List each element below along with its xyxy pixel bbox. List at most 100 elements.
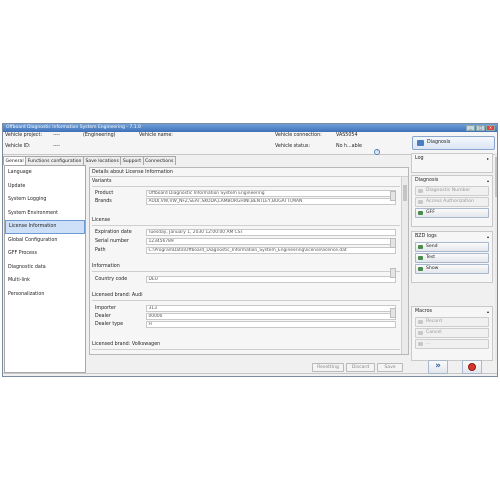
country-code-field: DEU bbox=[146, 276, 396, 283]
test-button[interactable]: Test bbox=[415, 253, 489, 263]
information-scroll-button[interactable] bbox=[390, 268, 396, 278]
chevron-up-icon[interactable]: ▴ bbox=[487, 176, 489, 185]
diagnosis-button-label: Diagnosis bbox=[427, 140, 451, 145]
tab-support[interactable]: Support bbox=[120, 156, 144, 165]
access-authorization-icon bbox=[418, 200, 423, 204]
record-icon bbox=[418, 320, 423, 324]
engineering-label: (Engineering) bbox=[83, 133, 116, 138]
record-button[interactable]: Record bbox=[415, 317, 489, 327]
product-field: Offboard Diagnostic Information System E… bbox=[146, 190, 396, 197]
variants-heading: Variants bbox=[92, 179, 112, 184]
diagnostic-number-label: Diagnostic Number bbox=[426, 188, 471, 193]
audi-scroll-button[interactable] bbox=[390, 308, 396, 318]
details-scrollbar-thumb[interactable] bbox=[403, 185, 407, 201]
chevron-right-icon[interactable]: ▸ bbox=[487, 154, 489, 163]
license-heading: License bbox=[92, 218, 111, 223]
send-button[interactable]: Send bbox=[415, 242, 489, 252]
brands-scroll-button[interactable] bbox=[390, 191, 396, 201]
path-field: C:\ProgramData\Offboard_Diagnostic_Infor… bbox=[146, 247, 396, 254]
right-panel-scrollbar[interactable] bbox=[495, 153, 497, 361]
gff-button[interactable]: GFF bbox=[415, 208, 489, 218]
bottom-navigation: » bbox=[410, 360, 494, 374]
details-title: Details about License Information bbox=[90, 168, 408, 177]
macros-title: Macros bbox=[415, 309, 433, 314]
send-label: Send bbox=[426, 244, 438, 249]
audi-brand-heading: Licensed brand: Audi bbox=[92, 293, 143, 298]
record-label: Record bbox=[426, 319, 442, 324]
right-panel-scrollbar-thumb[interactable] bbox=[495, 157, 497, 197]
nav-item-system-logging[interactable]: System Logging bbox=[5, 193, 85, 207]
audi-separator bbox=[92, 300, 400, 301]
more-label: ... bbox=[426, 341, 431, 346]
diagnosis-section-title: Diagnosis bbox=[415, 178, 439, 183]
minimize-icon[interactable]: _ bbox=[466, 125, 475, 131]
nav-item-system-environment[interactable]: System Environment bbox=[5, 207, 85, 221]
stop-button[interactable] bbox=[462, 360, 482, 374]
show-button[interactable]: Show bbox=[415, 264, 489, 274]
nav-item-language[interactable]: Language bbox=[5, 166, 85, 180]
chevron-up-icon[interactable]: ▴ bbox=[487, 232, 489, 241]
details-scrollbar[interactable] bbox=[401, 177, 408, 354]
license-scroll-button[interactable] bbox=[390, 238, 396, 248]
country-code-label: Country code bbox=[95, 277, 128, 282]
serial-label: Serial number bbox=[95, 239, 129, 244]
vehicle-project-label: Vehicle project: bbox=[5, 133, 42, 138]
tab-save-locations[interactable]: Save locations bbox=[82, 156, 122, 165]
show-label: Show bbox=[426, 266, 439, 271]
expiration-label: Expiration date bbox=[95, 230, 132, 235]
variants-separator bbox=[92, 186, 400, 187]
show-icon bbox=[418, 267, 423, 271]
access-authorization-label: Access Authorization bbox=[426, 199, 474, 204]
maximize-icon[interactable]: □ bbox=[476, 125, 485, 131]
dealer-type-field: H bbox=[146, 321, 396, 328]
nav-item-personalization[interactable]: Personalization bbox=[5, 288, 85, 302]
importer-field: 313 bbox=[146, 305, 396, 312]
bzd-logs-section: BZD logs ▴ Send Test Show bbox=[411, 231, 493, 283]
log-header[interactable]: Log ▸ bbox=[412, 154, 492, 163]
nav-item-update[interactable]: Update bbox=[5, 180, 85, 194]
nav-item-diagnostic-data[interactable]: Diagnostic data bbox=[5, 261, 85, 275]
brands-field: AUDI,VW,VW_NFZ,SEAT,SKODA,LAMBORGHINI,BE… bbox=[146, 198, 396, 205]
discard-button[interactable]: Discard bbox=[346, 363, 375, 372]
product-label: Product bbox=[95, 191, 114, 196]
diagnosis-header[interactable]: Diagnosis ▴ bbox=[412, 176, 492, 185]
dealer-type-label: Dealer type bbox=[95, 322, 124, 327]
bzd-logs-header[interactable]: BZD logs ▴ bbox=[412, 232, 492, 241]
tab-connections[interactable]: Connections bbox=[142, 156, 176, 165]
vehicle-project-value: ---- bbox=[53, 133, 60, 138]
vehicle-name-label: Vehicle name: bbox=[139, 133, 173, 138]
save-button[interactable]: Save bbox=[377, 363, 403, 372]
stop-icon bbox=[468, 363, 476, 371]
macros-section: Macros ▴ Record Cancel ... bbox=[411, 306, 493, 361]
nav-item-global-configuration[interactable]: Global Configuration bbox=[5, 234, 85, 248]
diagnostic-number-button[interactable]: Diagnostic Number bbox=[415, 186, 489, 196]
cancel-macro-button[interactable]: Cancel bbox=[415, 328, 489, 338]
cancel-label: Cancel bbox=[426, 330, 442, 335]
diagnosis-button[interactable]: Diagnosis bbox=[412, 136, 495, 150]
license-details-panel: Details about License Information Varian… bbox=[89, 167, 409, 355]
forward-button[interactable]: » bbox=[428, 360, 448, 374]
nav-item-gff-process[interactable]: GFF Process bbox=[5, 247, 85, 261]
information-heading: Information bbox=[92, 264, 120, 269]
nav-item-license-information[interactable]: License Information bbox=[5, 220, 85, 234]
tab-general[interactable]: General bbox=[3, 156, 27, 165]
settings-tabs: General Functions configuration Save loc… bbox=[3, 156, 176, 165]
chevron-up-icon[interactable]: ▴ bbox=[487, 307, 489, 316]
gff-icon bbox=[418, 211, 423, 215]
vehicle-status-label: Vehicle status: bbox=[275, 144, 311, 149]
close-icon[interactable]: × bbox=[486, 125, 495, 131]
diagnostic-number-icon bbox=[418, 189, 423, 193]
window-title: Offboard Diagnostic Information System E… bbox=[6, 125, 141, 130]
double-chevron-right-icon: » bbox=[435, 361, 441, 371]
access-authorization-button[interactable]: Access Authorization bbox=[415, 197, 489, 207]
macros-header[interactable]: Macros ▴ bbox=[412, 307, 492, 316]
macro-more-button[interactable]: ... bbox=[415, 339, 489, 349]
volkswagen-separator bbox=[92, 349, 400, 350]
test-label: Test bbox=[426, 255, 436, 260]
path-label: Path bbox=[95, 248, 106, 253]
resetting-button[interactable]: Resetting bbox=[312, 363, 344, 372]
help-icon[interactable]: ? bbox=[374, 149, 380, 155]
nav-item-multi-link[interactable]: Multi-link bbox=[5, 274, 85, 288]
tab-functions-configuration[interactable]: Functions configuration bbox=[25, 156, 84, 165]
odis-window: Offboard Diagnostic Information System E… bbox=[2, 123, 498, 377]
